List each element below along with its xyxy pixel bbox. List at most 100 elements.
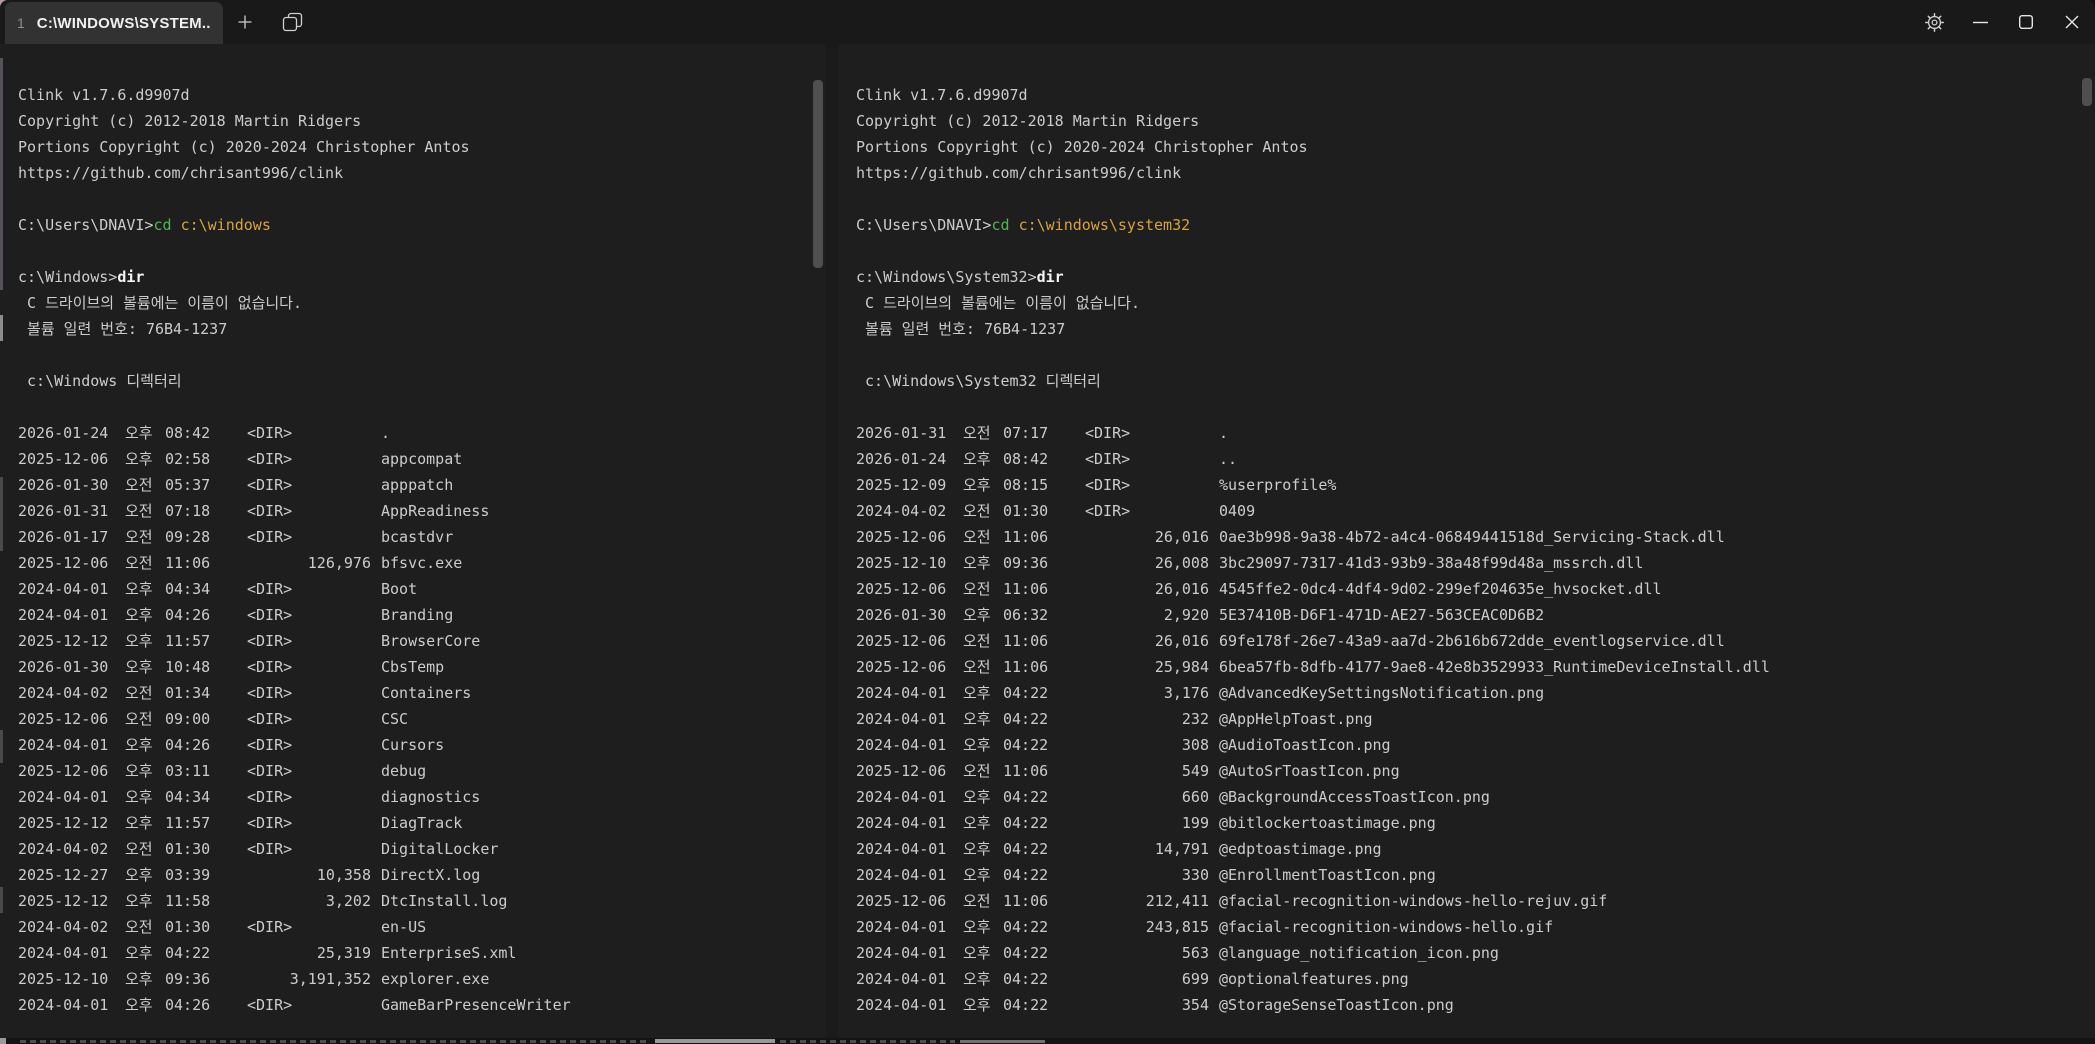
entry-time: 09:36 [165,966,211,992]
dir-entry-row: 2025-12-09오후08:15<DIR>%userprofile% [856,472,2095,498]
entry-time: 11:57 [165,810,211,836]
right-pane-scrollbar-thumb[interactable] [2082,78,2092,106]
entry-size: 26,016 [1049,628,1219,654]
clink-banner-line: https://github.com/chrisant996/clink [856,160,2095,186]
tab-cmd-system32[interactable]: 1 C:\WINDOWS\SYSTEM... [5,2,223,44]
entry-name: @bitlockertoastimage.png [1219,810,2095,836]
entry-dir-tag: <DIR> [211,992,381,1018]
entry-name: diagnostics [381,784,826,810]
entry-date: 2024-04-01 [18,784,108,810]
entry-name: 6bea57fb-8dfb-4177-9ae8-42e8b3529933_Run… [1219,654,2095,680]
command-text: cd [991,216,1009,234]
terminal-output-left: Clink v1.7.6.d9907dCopyright (c) 2012-20… [0,44,826,1038]
entry-meridiem: 오전 [125,706,165,732]
entry-time: 09:00 [165,706,211,732]
close-button[interactable] [2049,0,2095,44]
entry-meridiem: 오후 [963,602,1003,628]
entry-meridiem: 오전 [125,550,165,576]
minimize-icon [1973,21,1988,24]
entry-meridiem: 오후 [125,810,165,836]
dir-entry-row: 2025-12-06오전09:00<DIR>CSC [18,706,826,732]
entry-dir-tag: <DIR> [211,914,381,940]
entry-name: @edptoastimage.png [1219,836,2095,862]
banner-text: Portions Copyright (c) 2020-2024 Christo… [856,138,1308,156]
entry-dir-tag: <DIR> [211,524,381,550]
entry-name: en-US [381,914,826,940]
clink-banner-line: Copyright (c) 2012-2018 Martin Ridgers [856,108,2095,134]
entry-name: 0ae3b998-9a38-4b72-a4c4-06849441518d_Ser… [1219,524,2095,550]
left-pane-scrollbar[interactable] [810,44,826,1038]
entry-size: 212,411 [1049,888,1219,914]
entry-name: 0409 [1219,498,2095,524]
entry-date: 2024-04-01 [18,940,108,966]
entry-name: EnterpriseS.xml [381,940,826,966]
dir-entry-row: 2025-12-10오후09:3626,0083bc29097-7317-41d… [856,550,2095,576]
entry-time: 11:57 [165,628,211,654]
directory-header-text: c:\Windows\System32 디렉터리 [856,372,1101,390]
entry-meridiem: 오후 [125,966,165,992]
entry-name: 3bc29097-7317-41d3-93b9-38a48f99d48a_mss… [1219,550,2095,576]
entry-date: 2026-01-30 [18,654,108,680]
entry-time: 01:30 [165,836,211,862]
entry-date: 2025-12-10 [18,966,108,992]
entry-date: 2025-12-06 [856,524,946,550]
entry-name: DiagTrack [381,810,826,836]
maximize-button[interactable] [2003,0,2049,44]
entry-dir-tag: <DIR> [211,602,381,628]
entry-date: 2024-04-01 [18,992,108,1018]
entry-date: 2024-04-01 [856,680,946,706]
tab-switcher-button[interactable] [267,0,319,44]
entry-time: 11:58 [165,888,211,914]
entry-size: 2,920 [1049,602,1219,628]
entry-date: 2026-01-24 [18,420,108,446]
pane-divider[interactable] [826,44,838,1038]
entry-time: 04:22 [1003,914,1049,940]
entry-size: 26,016 [1049,524,1219,550]
entry-date: 2026-01-30 [856,602,946,628]
dir-entry-row: 2024-04-01오후04:34<DIR>Boot [18,576,826,602]
left-pane-scrollbar-thumb[interactable] [813,80,823,268]
tab-title: C:\WINDOWS\SYSTEM... [37,15,211,32]
entry-time: 05:37 [165,472,211,498]
directory-header-line: c:\Windows\System32 디렉터리 [856,368,2095,394]
entry-date: 2024-04-01 [856,966,946,992]
entry-name: DtcInstall.log [381,888,826,914]
entry-date: 2025-12-06 [18,758,108,784]
entry-name: @BackgroundAccessToastIcon.png [1219,784,2095,810]
background-window-edge-fragment [0,887,3,913]
volume-label-text: C 드라이브의 볼륨에는 이름이 없습니다. [18,294,302,312]
entry-dir-tag: <DIR> [211,446,381,472]
pane-cmd-windows[interactable]: Clink v1.7.6.d9907dCopyright (c) 2012-20… [0,44,826,1038]
entry-dir-tag: <DIR> [1049,420,1219,446]
clink-banner-line: https://github.com/chrisant996/clink [18,160,826,186]
dir-entry-row: 2026-01-17오전09:28<DIR>bcastdvr [18,524,826,550]
entry-time: 03:39 [165,862,211,888]
dir-entry-row: 2024-04-01오후04:22330@EnrollmentToastIcon… [856,862,2095,888]
banner-text: https://github.com/chrisant996/clink [18,164,343,182]
blank-line [856,394,2095,420]
titlebar[interactable]: 1 C:\WINDOWS\SYSTEM... [0,0,2095,44]
entry-date: 2025-12-09 [856,472,946,498]
titlebar-drag-region[interactable] [319,0,1911,44]
entry-size: 25,984 [1049,654,1219,680]
minimize-button[interactable] [1957,0,2003,44]
dir-entry-row: 2026-01-31오전07:17<DIR>. [856,420,2095,446]
entry-meridiem: 오후 [963,862,1003,888]
entry-meridiem: 오후 [125,992,165,1018]
right-pane-scrollbar[interactable] [2079,44,2095,1038]
entry-time: 04:34 [165,576,211,602]
terminal-output-right: Clink v1.7.6.d9907dCopyright (c) 2012-20… [838,44,2095,1038]
dir-command-line: c:\Windows>dir [18,264,826,290]
entry-date: 2025-12-06 [856,888,946,914]
blank-line [18,186,826,212]
new-tab-button[interactable] [223,0,267,44]
settings-button[interactable] [1911,0,1957,44]
entry-size: 14,791 [1049,836,1219,862]
background-window-edge-fragment [0,58,3,290]
entry-size: 308 [1049,732,1219,758]
pane-cmd-system32[interactable]: Clink v1.7.6.d9907dCopyright (c) 2012-20… [838,44,2095,1038]
entry-size: 10,358 [211,862,381,888]
entry-date: 2025-12-06 [856,654,946,680]
entry-name: @facial-recognition-windows-hello.gif [1219,914,2095,940]
entry-dir-tag: <DIR> [211,420,381,446]
